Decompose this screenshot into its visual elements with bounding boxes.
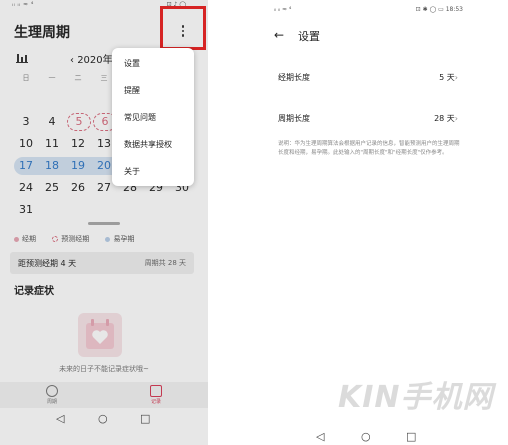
setting-label: 周期长度 bbox=[278, 114, 310, 123]
setting-value: 5 天 bbox=[439, 73, 455, 82]
calendar-day[interactable]: 11 bbox=[40, 137, 64, 150]
calendar-day-fertile[interactable]: 18 bbox=[40, 159, 64, 172]
tab-label: 记录 bbox=[150, 399, 161, 405]
recents-square-icon[interactable]: □ bbox=[140, 412, 150, 425]
menu-item-about[interactable]: 关于 bbox=[124, 166, 140, 177]
settings-note: 说明：华为生理周期算法会根据用户记录的信息，智能预测用户的生理周期长度和经期，易… bbox=[278, 141, 460, 156]
calendar-day[interactable]: 10 bbox=[14, 137, 38, 150]
menu-item-faq[interactable]: 常见问题 bbox=[124, 112, 156, 123]
predicted-dot-icon bbox=[52, 236, 59, 242]
clock-icon bbox=[46, 385, 58, 397]
weekday-label: 二 bbox=[74, 74, 82, 82]
tab-record[interactable]: 记录 bbox=[136, 384, 176, 405]
calendar-day[interactable]: 31 bbox=[14, 203, 38, 216]
calendar-day[interactable]: 3 bbox=[14, 115, 38, 128]
left-phone-screen: ᵢₗ ᵢₗ ≈ ⁴ ⊡ ♪ ◯ 生理周期 ‹ 2020年 日 一 二 三 3 4… bbox=[0, 0, 208, 445]
setting-row-period-length[interactable]: 经期长度 5 天› bbox=[278, 72, 458, 83]
menu-item-settings[interactable]: 设置 bbox=[124, 58, 140, 69]
tab-cycle[interactable]: 周期 bbox=[32, 384, 72, 405]
menu-item-data-sharing[interactable]: 数据共享授权 bbox=[124, 139, 172, 150]
calendar-day-predicted[interactable]: 5 bbox=[67, 113, 91, 131]
calendar-day[interactable]: 26 bbox=[66, 181, 90, 194]
chevron-right-icon: › bbox=[454, 114, 458, 123]
calendar-day[interactable]: 25 bbox=[40, 181, 64, 194]
setting-row-cycle-length[interactable]: 周期长度 28 天› bbox=[278, 113, 458, 124]
home-circle-icon[interactable]: ○ bbox=[361, 430, 371, 443]
status-bar-clock: ⊡ ✱ ◯ ▭ 18:53 bbox=[415, 6, 463, 13]
calendar-icon bbox=[150, 385, 162, 397]
highlight-annotation-box bbox=[160, 6, 206, 50]
weekday-label: 一 bbox=[48, 74, 56, 82]
legend-period: 经期 bbox=[14, 234, 36, 244]
status-bar-signal: ᵢₗ ᵢₗ ≈ ⁴ bbox=[274, 6, 292, 13]
month-navigator[interactable]: ‹ 2020年 bbox=[70, 51, 113, 66]
cycle-summary-card: 距预测经期 4 天 周期共 28 天 bbox=[10, 252, 194, 274]
empty-state-text: 未来的日子不能记录症状哦~ bbox=[59, 365, 149, 373]
calendar-day-fertile[interactable]: 19 bbox=[66, 159, 90, 172]
record-symptoms-heading: 记录症状 bbox=[14, 286, 54, 297]
calendar-day[interactable]: 4 bbox=[40, 115, 64, 128]
setting-label: 经期长度 bbox=[278, 73, 310, 82]
cycle-length-text: 周期共 28 天 bbox=[144, 259, 186, 267]
back-arrow-icon[interactable]: ← bbox=[274, 28, 284, 42]
fertile-dot-icon bbox=[105, 236, 111, 242]
overflow-menu: 设置 提醒 常见问题 数据共享授权 关于 bbox=[112, 48, 194, 186]
period-dot-icon bbox=[14, 236, 19, 242]
setting-value: 28 天 bbox=[434, 114, 455, 123]
calendar-heart-illustration-icon bbox=[78, 313, 122, 357]
site-watermark: KIN手机网 bbox=[338, 380, 494, 415]
calendar-day[interactable]: 12 bbox=[66, 137, 90, 150]
chevron-left-icon[interactable]: ‹ bbox=[70, 55, 74, 66]
setting-value-group: 28 天› bbox=[434, 113, 458, 124]
month-label: 2020年 bbox=[77, 55, 113, 66]
bottom-tab-bar: 周期 记录 bbox=[0, 382, 208, 408]
status-bar-signal: ᵢₗ ᵢₗ ≈ ⁴ bbox=[12, 1, 34, 8]
legend-predicted: 预测经期 bbox=[52, 234, 89, 244]
chevron-right-icon: › bbox=[454, 73, 458, 82]
recents-square-icon[interactable]: □ bbox=[406, 430, 416, 443]
calendar-legend: 经期 预测经期 易孕期 bbox=[14, 234, 204, 244]
drag-handle[interactable] bbox=[88, 222, 120, 225]
page-title: 设置 bbox=[298, 30, 320, 43]
system-navigation-bar: ◁ ○ □ bbox=[0, 410, 208, 432]
statistics-icon[interactable] bbox=[16, 52, 28, 63]
home-circle-icon[interactable]: ○ bbox=[98, 412, 108, 425]
countdown-text: 距预测经期 4 天 bbox=[18, 259, 77, 268]
tab-label: 周期 bbox=[46, 399, 57, 405]
back-triangle-icon[interactable]: ◁ bbox=[316, 430, 324, 443]
calendar-day[interactable]: 24 bbox=[14, 181, 38, 194]
menu-item-reminder[interactable]: 提醒 bbox=[124, 85, 140, 96]
legend-fertile: 易孕期 bbox=[105, 234, 134, 244]
weekday-label: 三 bbox=[100, 74, 108, 82]
page-title: 生理周期 bbox=[14, 25, 70, 41]
calendar-day-fertile[interactable]: 17 bbox=[14, 159, 38, 172]
setting-value-group: 5 天› bbox=[439, 72, 458, 83]
weekday-label: 日 bbox=[22, 74, 30, 82]
back-triangle-icon[interactable]: ◁ bbox=[56, 412, 64, 425]
